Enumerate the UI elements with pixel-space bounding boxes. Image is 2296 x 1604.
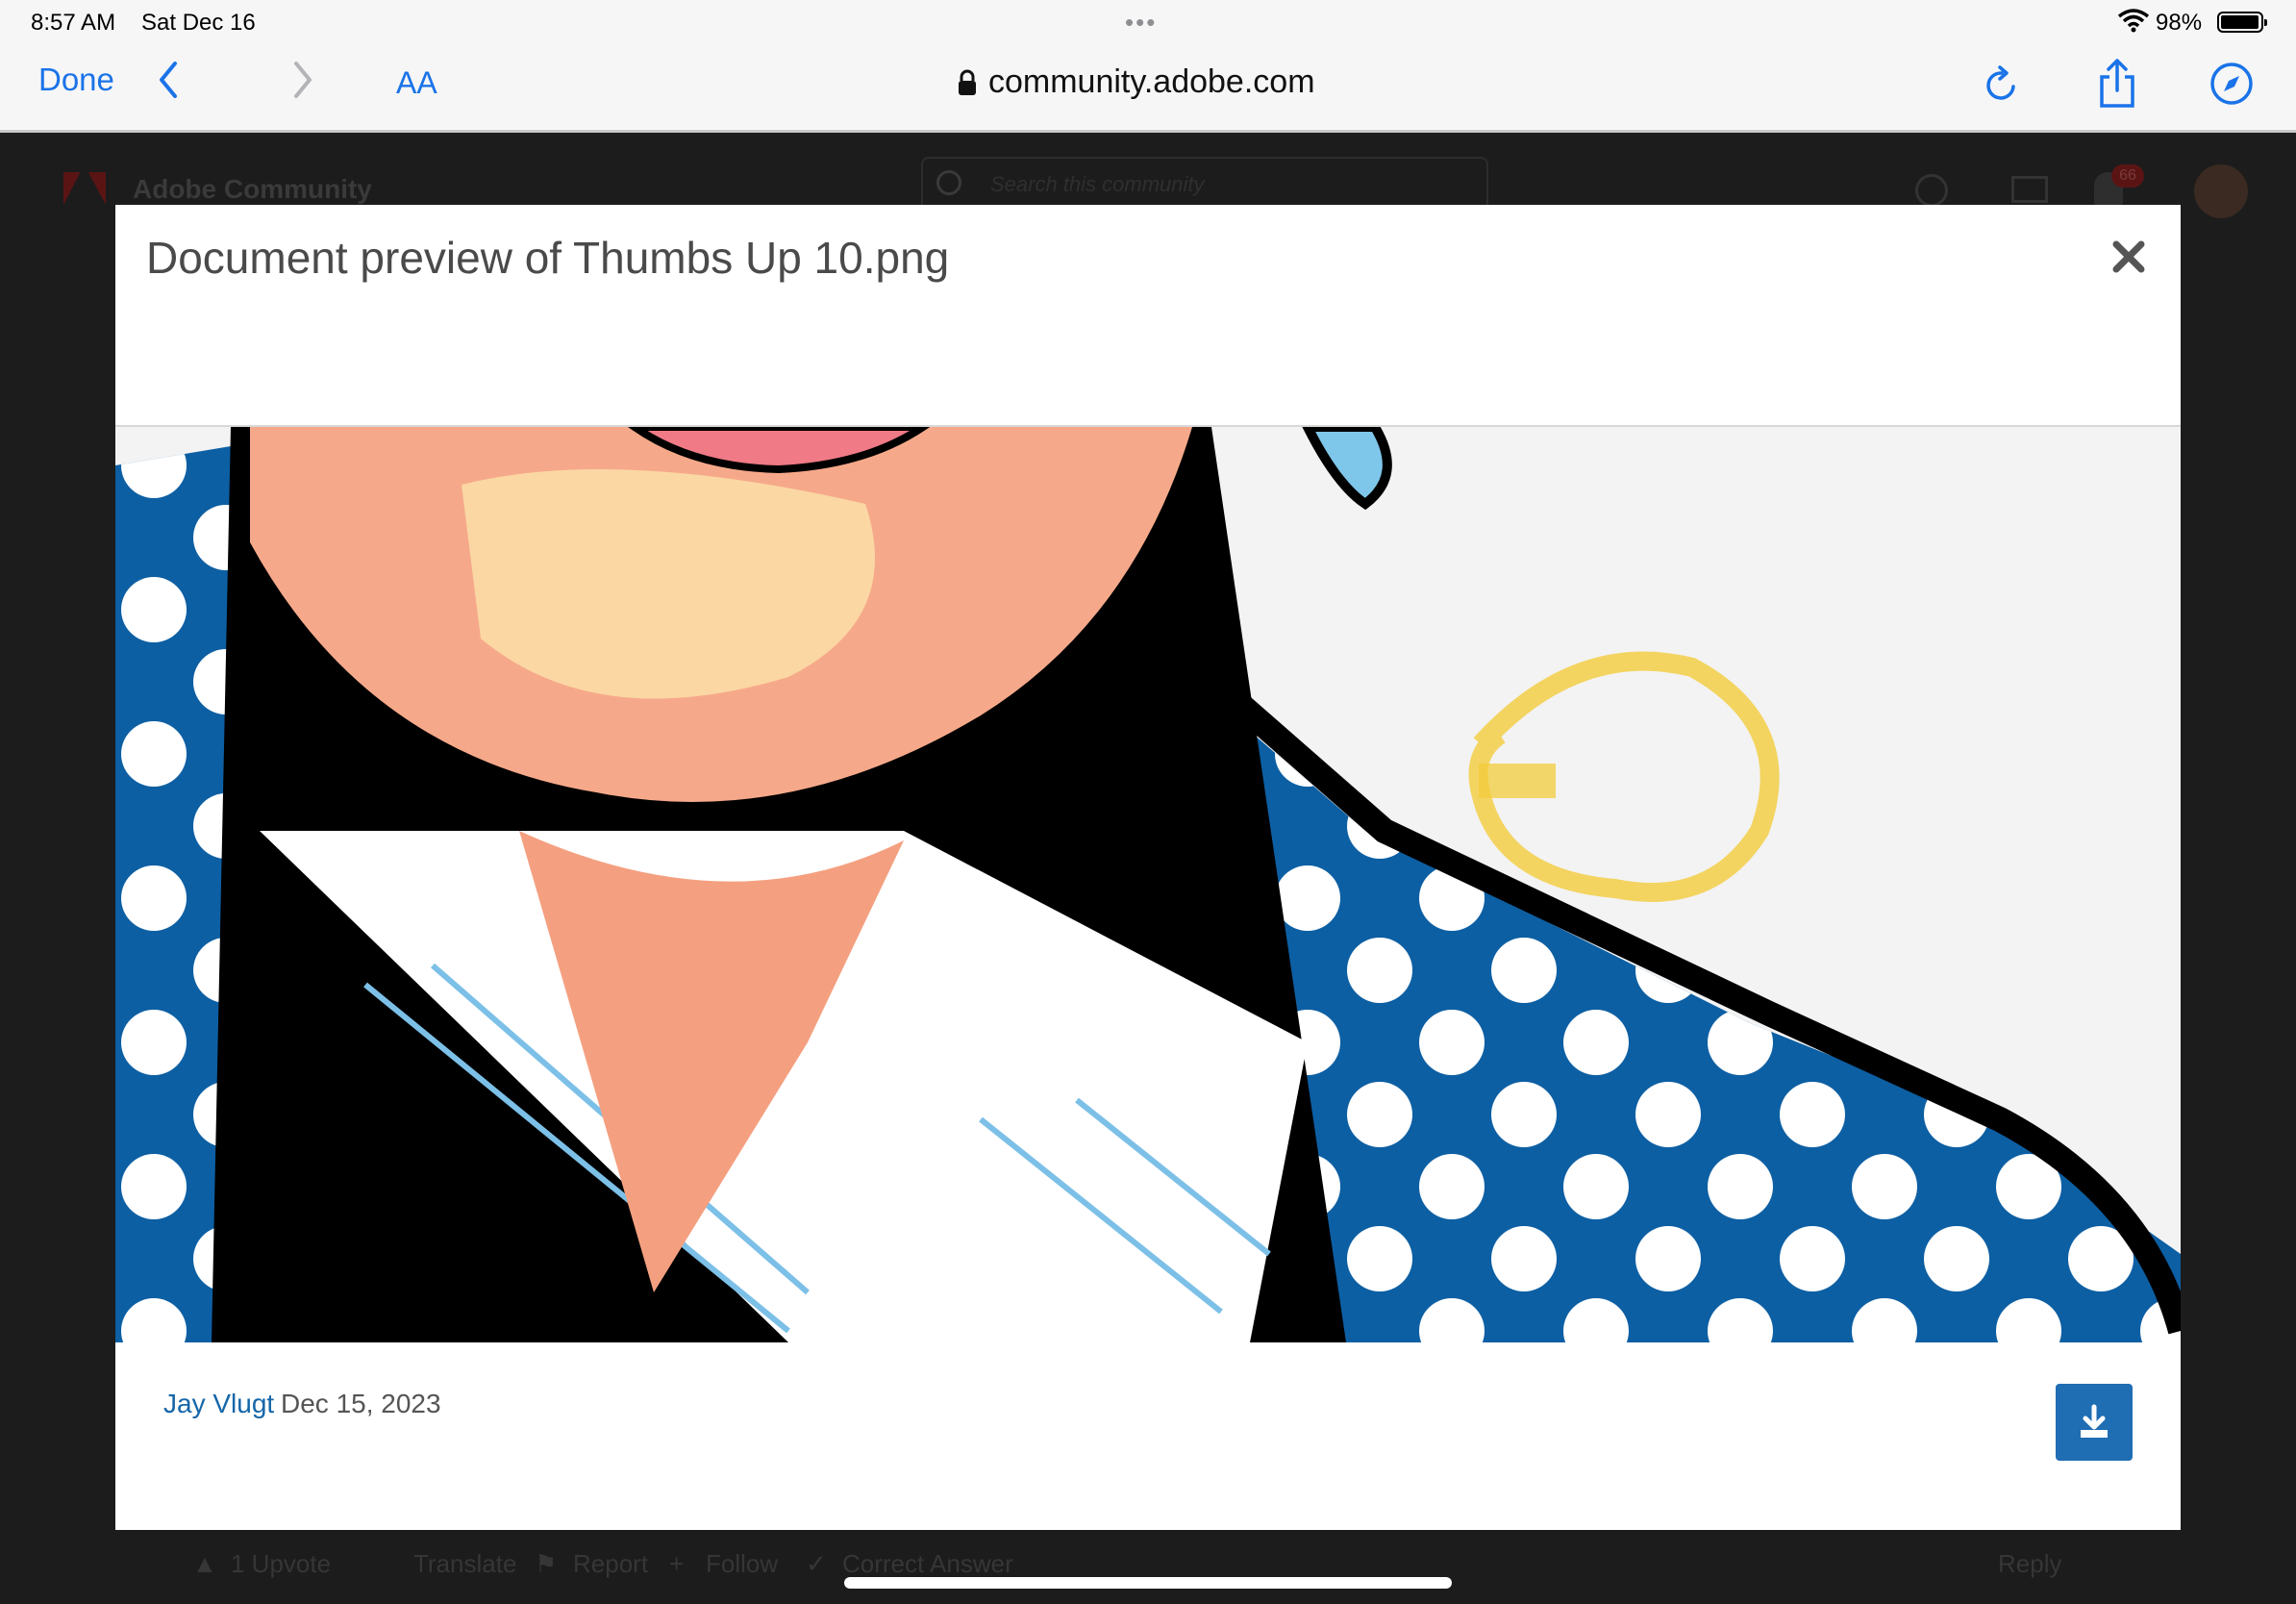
search-icon [936,170,961,195]
follow-label: Follow [706,1549,779,1578]
upvote-icon: ▲ [192,1549,217,1578]
preview-illustration [115,427,2181,1342]
modal-title: Document preview of Thumbs Up 10.png [146,233,950,283]
translate-label: Translate [413,1549,517,1578]
status-bar: 8:57 AM Sat Dec 16 ••• 98% [0,0,2296,44]
forward-chevron-icon[interactable] [288,58,317,102]
wifi-icon [2117,9,2150,33]
back-chevron-icon[interactable] [154,58,183,102]
modal-header: Document preview of Thumbs Up 10.png [115,205,2181,427]
home-indicator[interactable] [844,1577,1452,1589]
document-preview-modal: Document preview of Thumbs Up 10.png Jay… [115,205,2181,1530]
search-placeholder: Search this community [990,172,1205,196]
done-button[interactable]: Done [38,62,114,98]
image-preview [115,427,2181,1342]
site-title: Adobe Community [133,174,372,204]
reload-icon[interactable] [1983,63,2021,106]
upvote-label: 1 Upvote [231,1549,332,1578]
globe-icon [1915,174,1948,207]
correct-answer-label: Correct Answer [842,1549,1013,1578]
address-bar[interactable]: community.adobe.com [956,63,1315,101]
notification-badge: 66 [2111,164,2144,188]
download-button[interactable] [2056,1384,2133,1461]
post-date: Dec 15, 2023 [281,1389,441,1418]
share-icon[interactable] [2096,58,2138,110]
text-size-button[interactable]: AA [396,65,437,101]
report-label: Report [573,1549,649,1578]
multitasking-dots-icon[interactable]: ••• [1125,8,1157,38]
author-link[interactable]: Jay Vlugt [163,1389,274,1419]
mail-icon [2011,176,2048,203]
reply-label: Reply [1998,1549,2062,1578]
compass-icon[interactable] [2209,62,2254,106]
url-text: community.adobe.com [988,63,1315,100]
check-icon: ✓ [806,1549,827,1578]
adobe-logo-icon-part [87,172,106,205]
status-date: Sat Dec 16 [141,10,256,36]
battery-percent: 98% [2156,10,2203,36]
battery-icon [2217,12,2267,33]
modal-footer: Jay Vlugt Dec 15, 2023 [115,1342,2181,1530]
avatar [2194,164,2248,218]
download-icon [2081,1404,2108,1438]
browser-toolbar: Done AA community.adobe.com [0,44,2296,133]
flag-icon: ⚑ [535,1549,558,1578]
status-time: 8:57 AM [31,10,116,36]
close-icon[interactable] [2109,238,2148,276]
plus-icon: + [669,1549,685,1578]
search-input: Search this community [921,157,1488,211]
